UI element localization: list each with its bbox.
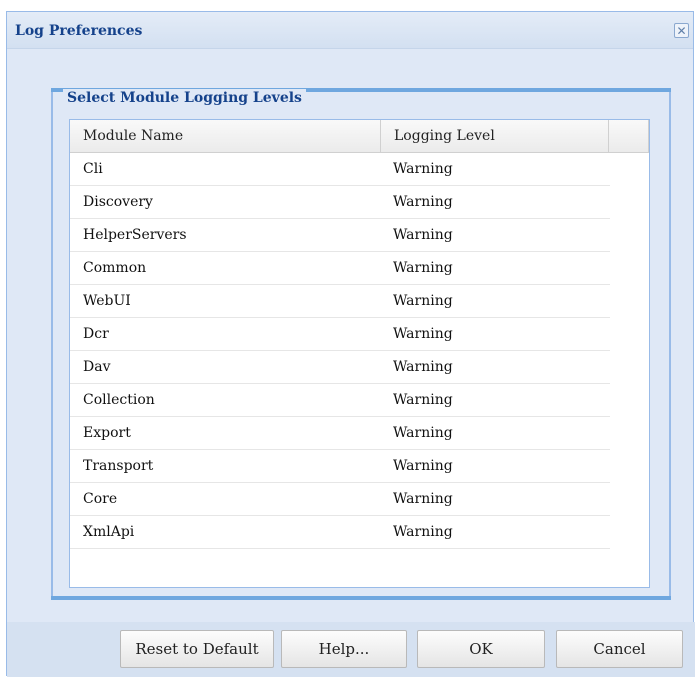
module-name-cell: XmlApi [83,524,135,540]
logging-level-cell[interactable]: Warning [393,219,453,252]
module-name-cell: Transport [83,458,154,474]
module-name-cell: Cli [83,161,103,177]
close-icon[interactable]: ✕ [674,23,689,38]
grid-header: Module Name Logging Level [70,120,649,153]
module-name-cell: Common [83,260,147,276]
table-row[interactable]: Transport Warning [70,450,610,483]
module-name-cell: Discovery [83,194,153,210]
logging-level-cell[interactable]: Warning [393,186,453,219]
log-preferences-dialog: Log Preferences ✕ Select Module Logging … [6,11,695,677]
table-row[interactable]: Common Warning [70,252,610,285]
logging-level-cell[interactable]: Warning [393,516,453,549]
column-header-logging-level[interactable]: Logging Level [381,120,609,152]
table-row[interactable]: Dav Warning [70,351,610,384]
table-row[interactable]: Dcr Warning [70,318,610,351]
logging-level-cell[interactable]: Warning [393,252,453,285]
dialog-title: Log Preferences [15,23,143,39]
column-header-spacer [609,120,649,152]
fieldset-bottom-border [51,596,671,600]
module-name-cell: HelperServers [83,227,187,243]
logging-levels-grid: Module Name Logging Level Cli Warning Di… [69,119,650,588]
fieldset-legend: Select Module Logging Levels [63,89,306,107]
module-name-cell: Export [83,425,131,441]
column-header-module-name[interactable]: Module Name [70,120,381,152]
logging-level-cell[interactable]: Warning [393,450,453,483]
logging-level-cell[interactable]: Warning [393,285,453,318]
logging-level-cell[interactable]: Warning [393,417,453,450]
dialog-titlebar[interactable]: Log Preferences ✕ [7,12,693,49]
module-name-cell: Dav [83,359,111,375]
logging-level-cell[interactable]: Warning [393,318,453,351]
logging-level-cell[interactable]: Warning [393,153,453,186]
table-row[interactable]: Cli Warning [70,153,610,186]
module-name-cell: WebUI [83,293,131,309]
logging-level-cell[interactable]: Warning [393,384,453,417]
table-row[interactable]: Collection Warning [70,384,610,417]
logging-level-cell[interactable]: Warning [393,351,453,384]
ok-button[interactable]: OK [417,630,545,668]
table-row[interactable]: XmlApi Warning [70,516,610,549]
table-row[interactable]: Core Warning [70,483,610,516]
module-name-cell: Dcr [83,326,109,342]
logging-level-cell[interactable]: Warning [393,483,453,516]
help-button[interactable]: Help... [281,630,407,668]
table-row[interactable]: Discovery Warning [70,186,610,219]
table-row[interactable]: WebUI Warning [70,285,610,318]
reset-to-default-button[interactable]: Reset to Default [120,630,274,668]
module-name-cell: Core [83,491,118,507]
module-name-cell: Collection [83,392,155,408]
cancel-button[interactable]: Cancel [556,630,683,668]
table-row[interactable]: Export Warning [70,417,610,450]
table-row[interactable]: HelperServers Warning [70,219,610,252]
